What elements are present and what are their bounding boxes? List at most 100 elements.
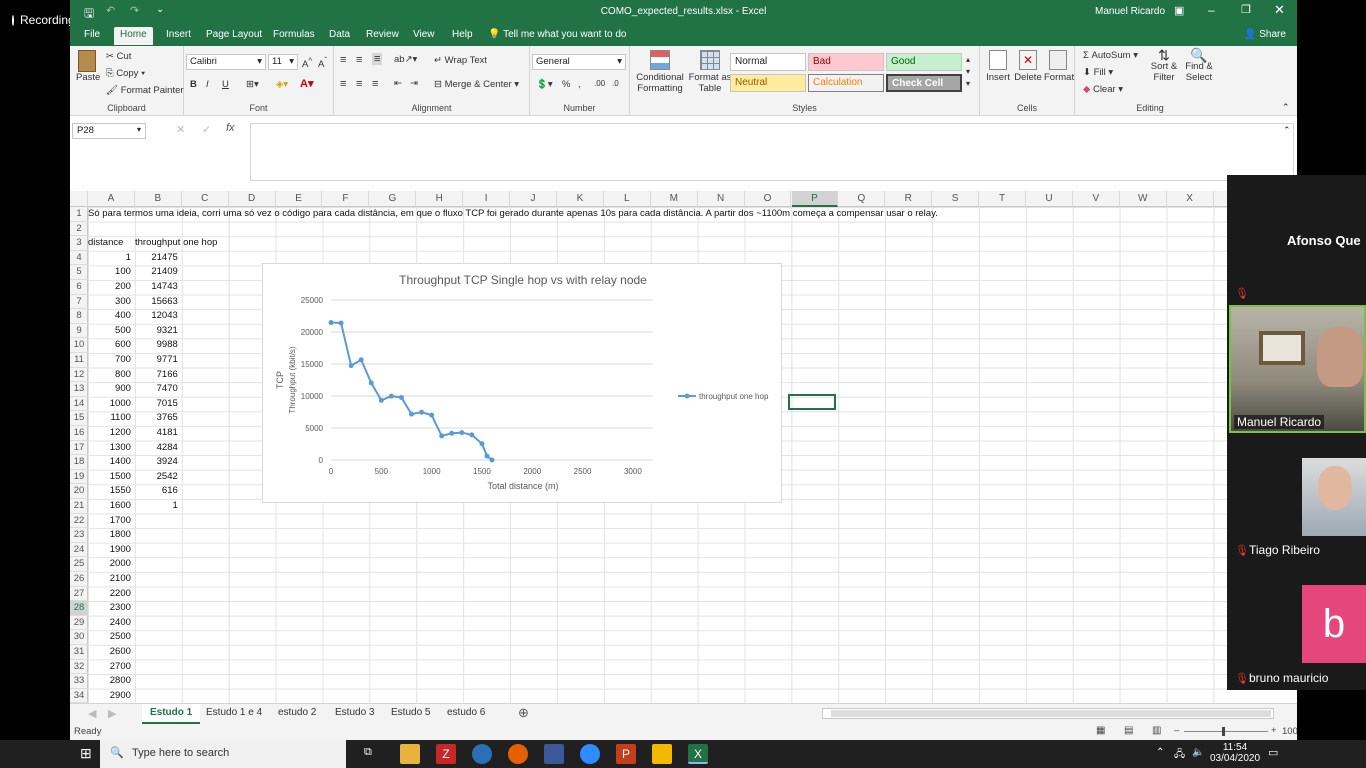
cell-distance[interactable]: 800	[88, 368, 131, 383]
cell-throughput[interactable]: 7166	[135, 368, 178, 383]
style-normal[interactable]: Normal	[730, 53, 806, 71]
align-middle-icon[interactable]: ≡	[356, 54, 362, 66]
cell-distance[interactable]: 2700	[88, 660, 131, 675]
task-view-icon[interactable]: ⧉	[364, 746, 372, 759]
cut-button[interactable]: ✂ Cut	[106, 51, 131, 62]
cell-header-throughput[interactable]: throughput one hop	[135, 236, 217, 251]
row-header-30[interactable]: 30	[70, 630, 88, 645]
participant-video-1[interactable]: Manuel Ricardo	[1229, 305, 1366, 433]
italic-button[interactable]: I	[206, 79, 209, 90]
tab-home[interactable]: Home	[114, 27, 153, 45]
cell-distance[interactable]: 2000	[88, 557, 131, 572]
row-header-1[interactable]: 1	[70, 207, 88, 222]
cell-distance[interactable]: 2200	[88, 587, 131, 602]
column-header-s[interactable]: S	[932, 191, 980, 207]
row-header-31[interactable]: 31	[70, 645, 88, 660]
font-size-dropdown[interactable]: 11 ▾	[268, 54, 298, 70]
cell-throughput[interactable]: 3765	[135, 411, 178, 426]
cell-distance[interactable]: 1100	[88, 411, 130, 426]
zoom-in-icon[interactable]: +	[1271, 725, 1277, 736]
cell-throughput[interactable]: 9771	[135, 353, 178, 368]
outlook-icon[interactable]	[472, 744, 492, 764]
decrease-decimal-icon[interactable]: .0	[612, 79, 619, 88]
prev-sheet-icon[interactable]: ◀	[88, 707, 96, 720]
row-header-20[interactable]: 20	[70, 484, 88, 499]
cell-throughput[interactable]: 1	[135, 499, 177, 514]
delete-cells-button[interactable]: ✕ Delete	[1014, 50, 1042, 83]
select-all-corner[interactable]	[70, 191, 88, 207]
tray-up-icon[interactable]: ⌃	[1156, 747, 1164, 758]
cell-distance[interactable]: 1300	[88, 441, 131, 456]
wireshark-icon[interactable]	[652, 744, 672, 764]
horizontal-scrollbar[interactable]	[822, 708, 1274, 719]
network-app-icon[interactable]	[544, 744, 564, 764]
cell-throughput[interactable]: 7470	[135, 382, 178, 397]
add-sheet-icon[interactable]: ⊕	[518, 705, 529, 721]
column-header-f[interactable]: F	[323, 191, 370, 207]
next-sheet-icon[interactable]: ▶	[108, 707, 116, 720]
row-header-16[interactable]: 16	[70, 426, 88, 441]
find-select-button[interactable]: 🔍 Find & Select	[1183, 48, 1215, 83]
tab-view[interactable]: View	[413, 29, 435, 40]
column-header-c[interactable]: C	[182, 191, 229, 207]
row-header-11[interactable]: 11	[70, 353, 88, 368]
row-header-2[interactable]: 2	[70, 222, 88, 237]
zoom-slider[interactable]	[1184, 727, 1268, 736]
cell-throughput[interactable]: 12043	[135, 309, 177, 324]
column-header-j[interactable]: J	[510, 191, 557, 207]
cell-distance[interactable]: 1	[88, 251, 131, 266]
clock[interactable]: 11:54 03/04/2020	[1210, 742, 1260, 764]
style-calculation[interactable]: Calculation	[808, 74, 884, 92]
column-header-h[interactable]: H	[416, 191, 464, 207]
insert-cells-button[interactable]: Insert	[984, 50, 1012, 83]
fill-button[interactable]: ⬇ Fill ▾	[1083, 67, 1113, 78]
normal-view-icon[interactable]: ▦	[1096, 725, 1105, 736]
cell-distance[interactable]: 200	[88, 280, 131, 295]
comma-button[interactable]: ,	[578, 79, 581, 90]
excel-taskbar-icon[interactable]: X	[688, 744, 708, 764]
cell-distance[interactable]: 2100	[88, 572, 131, 587]
chart[interactable]: Throughput TCP Single hop vs with relay …	[262, 263, 782, 503]
cell-distance[interactable]: 1000	[88, 397, 131, 412]
minimize-icon[interactable]: –	[1208, 3, 1215, 17]
cell-throughput[interactable]: 9321	[135, 324, 178, 339]
row-header-17[interactable]: 17	[70, 441, 88, 456]
fill-color-icon[interactable]: ◈▾	[276, 79, 288, 90]
taskbar-search[interactable]: 🔍 Type here to search	[100, 740, 346, 768]
maximize-icon[interactable]: ❐	[1241, 3, 1251, 16]
sheet-tab-estudo-1[interactable]: Estudo 1	[142, 704, 201, 724]
row-header-21[interactable]: 21	[70, 499, 88, 514]
column-header-k[interactable]: K	[557, 191, 604, 207]
increase-decimal-icon[interactable]: .00	[594, 79, 605, 88]
row-header-34[interactable]: 34	[70, 689, 88, 704]
cell-distance[interactable]: 600	[88, 338, 131, 353]
cell-distance[interactable]: 2600	[88, 645, 131, 660]
zoom-slider-thumb[interactable]	[1222, 727, 1225, 736]
sheet-tab-estudo-1-e-4[interactable]: Estudo 1 e 4	[198, 704, 270, 724]
participant-video-2[interactable]	[1302, 458, 1366, 536]
align-top-icon[interactable]: ≡	[340, 54, 346, 66]
formula-input[interactable]	[250, 123, 1294, 181]
orientation-icon[interactable]: ab↗▾	[394, 54, 417, 65]
clear-button[interactable]: ◆ Clear ▾	[1083, 84, 1123, 95]
row-header-22[interactable]: 22	[70, 514, 88, 529]
column-header-t[interactable]: T	[979, 191, 1026, 207]
zoom-out-icon[interactable]: –	[1174, 725, 1179, 736]
column-header-r[interactable]: R	[885, 191, 933, 207]
shrink-font-icon[interactable]: Aˇ	[318, 56, 327, 70]
network-icon[interactable]: 🖧	[1174, 747, 1185, 764]
cell-throughput[interactable]: 3924	[135, 455, 178, 470]
column-header-p[interactable]: P	[791, 191, 839, 207]
conditional-formatting-button[interactable]: Conditional Formatting	[634, 50, 686, 94]
number-format-dropdown[interactable]: General ▾	[532, 54, 626, 70]
cell-distance[interactable]: 500	[88, 324, 131, 339]
windows-start-icon[interactable]: ⊞	[80, 745, 92, 762]
tab-formulas[interactable]: Formulas	[273, 29, 315, 40]
row-header-3[interactable]: 3	[70, 236, 88, 251]
cell-distance[interactable]: 2800	[88, 674, 131, 689]
column-header-d[interactable]: D	[229, 191, 276, 207]
column-header-g[interactable]: G	[369, 191, 417, 207]
cell-distance[interactable]: 2400	[88, 616, 131, 631]
merge-center-button[interactable]: ⊟ Merge & Center ▾	[434, 79, 519, 90]
row-header-9[interactable]: 9	[70, 324, 88, 339]
